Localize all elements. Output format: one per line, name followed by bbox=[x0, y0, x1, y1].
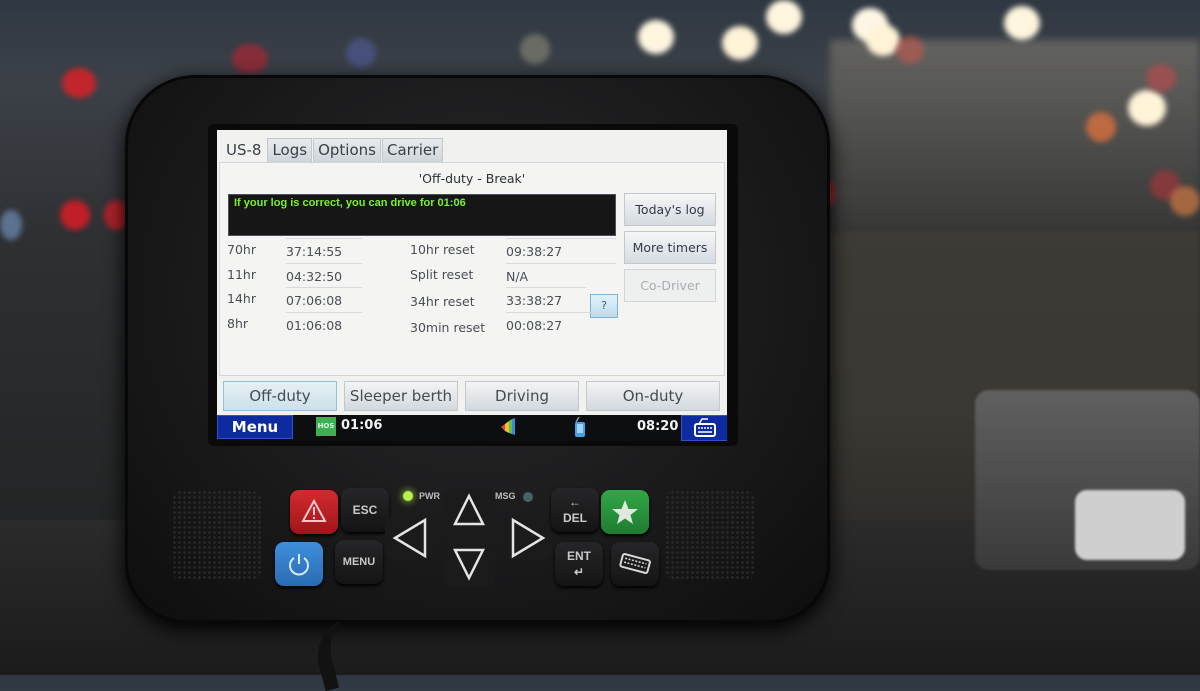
message-box: If your log is correct, you can drive fo… bbox=[228, 194, 616, 236]
power-led-label: PWR bbox=[419, 491, 440, 501]
background-building bbox=[830, 40, 1200, 230]
timer-value-split-reset: N/A bbox=[506, 263, 616, 284]
duty-status-buttons: Off-duty Sleeper berth Driving On-duty bbox=[217, 379, 727, 411]
off-duty-button[interactable]: Off-duty bbox=[223, 381, 337, 411]
power-key[interactable] bbox=[275, 542, 323, 586]
bokeh-light bbox=[346, 38, 376, 68]
timer-label-70hr: 70hr bbox=[227, 242, 256, 257]
star-icon bbox=[612, 500, 638, 524]
signal-strength-icon[interactable] bbox=[500, 418, 516, 435]
tab-us8[interactable]: US-8 bbox=[221, 138, 267, 162]
timer-value-10hr-reset: 09:38:27 bbox=[506, 238, 616, 259]
back-arrow-icon: ← bbox=[569, 495, 581, 509]
timer-label-34hr-reset: 34hr reset bbox=[410, 294, 475, 309]
taskbar: Menu HOS 01:06 08:20 bbox=[217, 415, 727, 441]
timer-label-30min-reset: 30min reset bbox=[410, 320, 486, 335]
enter-key[interactable]: ENT ↵ bbox=[555, 542, 603, 586]
keyboard-key[interactable] bbox=[611, 542, 659, 586]
bokeh-light bbox=[766, 0, 802, 34]
tab-options[interactable]: Options bbox=[313, 138, 381, 162]
timer-value-8hr: 01:06:08 bbox=[286, 312, 362, 333]
todays-log-button[interactable]: Today's log bbox=[624, 193, 716, 226]
drive-time-message: If your log is correct, you can drive fo… bbox=[234, 197, 466, 209]
more-timers-button[interactable]: More timers bbox=[624, 231, 716, 264]
timer-label-8hr: 8hr bbox=[227, 316, 249, 331]
bokeh-light bbox=[520, 34, 550, 64]
device-screen: US-8 Logs Options Carrier 'Off-duty - Br… bbox=[217, 130, 727, 441]
return-arrow-icon: ↵ bbox=[573, 565, 585, 579]
bokeh-light bbox=[866, 24, 900, 56]
menu-button[interactable]: Menu bbox=[217, 415, 293, 439]
timer-value-11hr: 04:32:50 bbox=[286, 263, 362, 284]
warning-icon bbox=[301, 498, 327, 522]
bokeh-light bbox=[1146, 64, 1176, 92]
right-arrow-key[interactable] bbox=[499, 514, 555, 562]
timer-value-70hr: 37:14:55 bbox=[286, 238, 362, 259]
driving-button[interactable]: Driving bbox=[465, 381, 579, 411]
favorite-key[interactable] bbox=[601, 490, 649, 534]
power-icon bbox=[289, 554, 309, 576]
message-led-label: MSG bbox=[495, 491, 516, 501]
tab-carrier[interactable]: Carrier bbox=[381, 138, 444, 162]
bokeh-light bbox=[896, 36, 924, 64]
hardware-keypad: ESC MENU PWR MSG ← DEL ENT ↵ bbox=[265, 478, 695, 593]
bokeh-light bbox=[60, 200, 90, 230]
timer-value-14hr: 07:06:08 bbox=[286, 287, 362, 308]
keyboard-icon bbox=[619, 553, 651, 574]
keyboard-toggle-button[interactable] bbox=[681, 415, 727, 441]
bokeh-light bbox=[1004, 6, 1040, 40]
co-driver-button[interactable]: Co-Driver bbox=[624, 269, 716, 302]
bokeh-light bbox=[722, 26, 758, 60]
bokeh-light bbox=[62, 68, 96, 98]
hos-remaining-time: 01:06 bbox=[341, 418, 383, 433]
sleeper-berth-button[interactable]: Sleeper berth bbox=[344, 381, 458, 411]
up-arrow-key[interactable] bbox=[441, 486, 497, 534]
on-duty-button[interactable]: On-duty bbox=[586, 381, 720, 411]
us8-panel: 'Off-duty - Break' If your log is correc… bbox=[219, 162, 725, 376]
adapter-plug bbox=[1075, 490, 1185, 560]
down-arrow-key[interactable] bbox=[441, 540, 497, 588]
left-arrow-key[interactable] bbox=[383, 514, 439, 562]
bokeh-light bbox=[1128, 90, 1166, 126]
bokeh-light bbox=[0, 210, 22, 240]
keyboard-icon bbox=[694, 418, 716, 437]
timer-value-34hr-reset: 33:38:27 bbox=[506, 287, 586, 308]
timer-label-11hr: 11hr bbox=[227, 267, 256, 282]
tab-logs[interactable]: Logs bbox=[267, 138, 313, 162]
clock: 08:20 bbox=[637, 419, 679, 434]
power-led bbox=[403, 491, 413, 501]
esc-key[interactable]: ESC bbox=[341, 488, 389, 532]
timer-label-14hr: 14hr bbox=[227, 291, 256, 306]
delete-key[interactable]: ← DEL bbox=[551, 488, 599, 532]
power-adapter bbox=[975, 390, 1200, 570]
enter-key-label: ENT bbox=[567, 549, 591, 563]
delete-key-label: DEL bbox=[563, 511, 587, 525]
tab-bar: US-8 Logs Options Carrier bbox=[221, 138, 444, 162]
bokeh-light bbox=[1170, 186, 1200, 216]
bokeh-light bbox=[1086, 112, 1116, 142]
duty-status-title: 'Off-duty - Break' bbox=[418, 171, 526, 186]
timer-value-30min-reset: 00:08:27 bbox=[506, 312, 616, 333]
timer-label-split-reset: Split reset bbox=[410, 267, 474, 282]
menu-key[interactable]: MENU bbox=[335, 540, 383, 584]
bokeh-light bbox=[638, 20, 674, 54]
timer-label-10hr-reset: 10hr reset bbox=[410, 242, 475, 257]
left-speaker-grille bbox=[172, 490, 262, 580]
mobile-connection-icon[interactable] bbox=[574, 417, 586, 437]
message-led bbox=[523, 492, 533, 502]
hos-icon[interactable]: HOS bbox=[316, 417, 336, 436]
alert-key[interactable] bbox=[290, 490, 338, 534]
bokeh-light bbox=[232, 44, 268, 74]
